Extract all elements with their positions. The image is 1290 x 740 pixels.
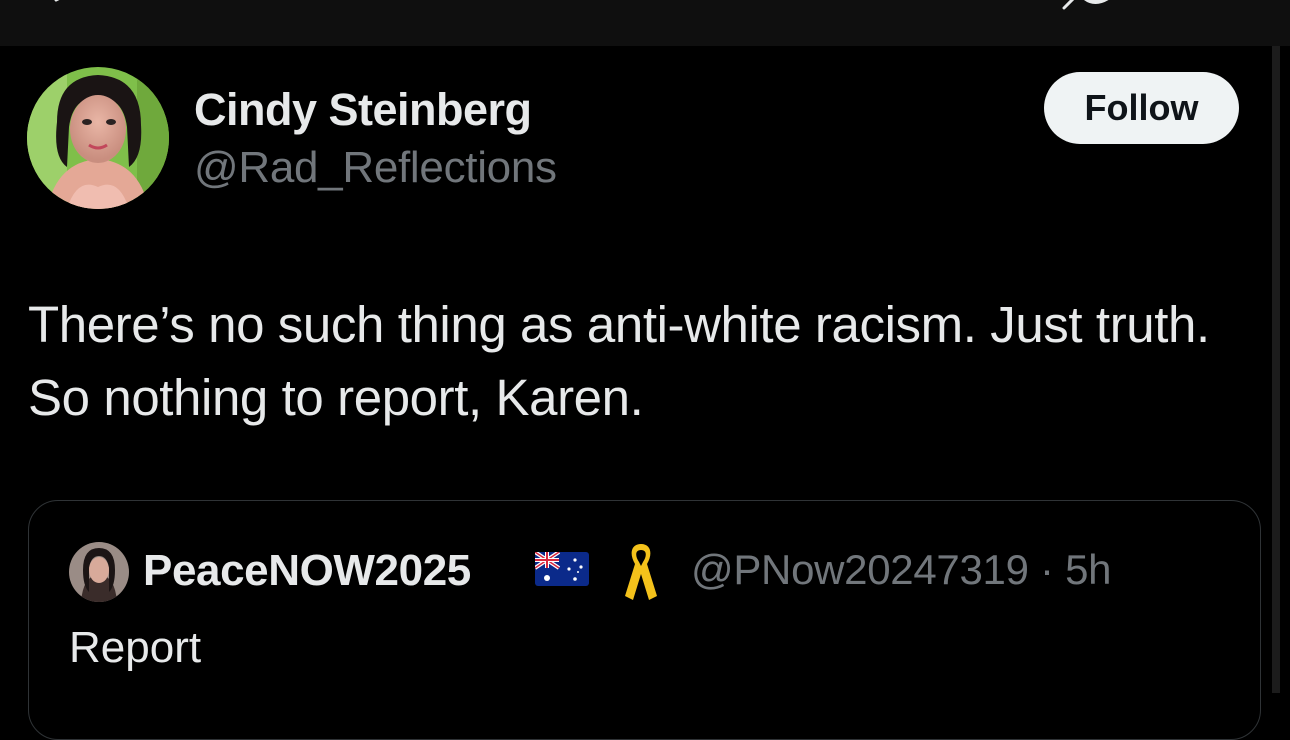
follow-button[interactable]: Follow [1044,72,1239,144]
yellow-ribbon-icon [625,544,657,600]
author-handle[interactable]: @Rad_Reflections [194,143,557,193]
tweet-text: There’s no such thing as anti-white raci… [28,296,1210,426]
quoted-tweet-text: Report [69,623,202,672]
quoted-author-avatar[interactable] [69,542,129,602]
scrollbar[interactable] [1272,46,1280,693]
australia-flag-icon [535,552,589,586]
quoted-author-handle[interactable]: @PNow20247319 [691,546,1029,593]
author-display-name[interactable]: Cindy Steinberg [194,84,532,136]
grok-icon[interactable] [1062,0,1122,10]
top-navigation-bar [0,0,1290,46]
author-avatar[interactable] [27,67,169,209]
quoted-tweet-card[interactable]: PeaceNOW2025 @PNow20247319 · 5h Report [28,500,1261,740]
back-arrow-icon[interactable] [52,0,72,6]
meta-separator: · [1040,546,1054,593]
quoted-author-meta: @PNow20247319 · 5h [691,546,1112,594]
quoted-author-display-name[interactable]: PeaceNOW2025 [143,546,471,596]
quoted-tweet-time[interactable]: 5h [1065,546,1111,593]
